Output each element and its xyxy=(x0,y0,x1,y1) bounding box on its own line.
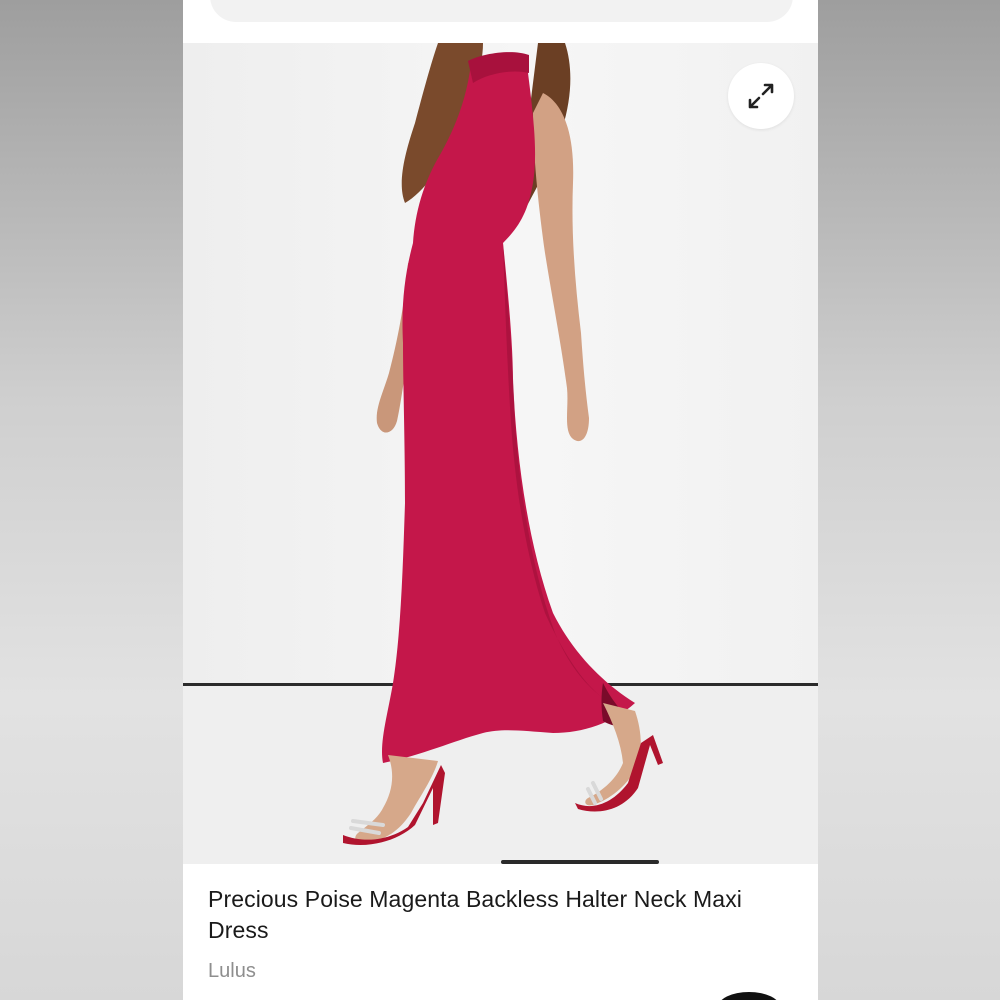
carousel-page-indicator xyxy=(501,860,659,864)
expand-arrows-icon xyxy=(748,83,774,109)
model-arm-back xyxy=(533,93,589,442)
product-image-carousel[interactable] xyxy=(183,43,818,864)
blurred-background-right xyxy=(818,0,1000,1000)
expand-button[interactable] xyxy=(728,63,794,129)
product-screen: Precious Poise Magenta Backless Halter N… xyxy=(183,0,818,1000)
floating-action-button[interactable] xyxy=(718,992,780,1000)
search-bar[interactable] xyxy=(210,0,793,22)
product-photo xyxy=(343,43,663,845)
brand-name[interactable]: Lulus xyxy=(208,960,256,983)
blurred-background-left xyxy=(0,0,183,1000)
product-title: Precious Poise Magenta Backless Halter N… xyxy=(208,886,743,943)
